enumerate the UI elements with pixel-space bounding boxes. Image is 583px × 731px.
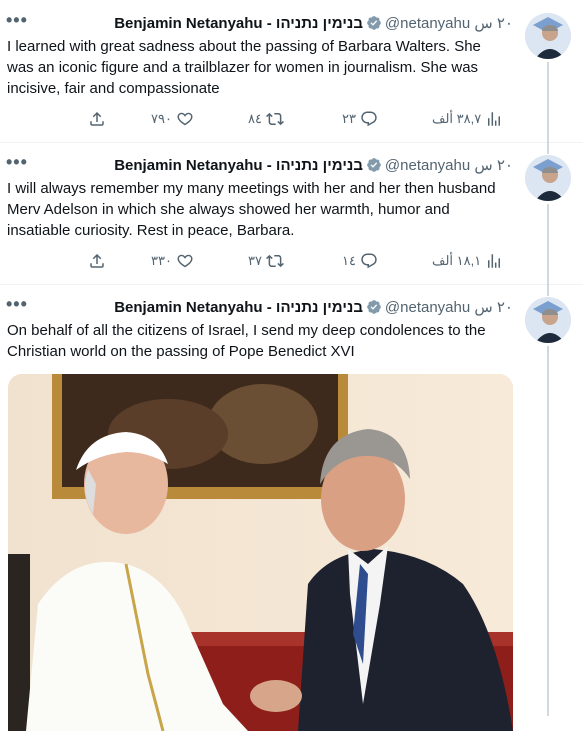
views-button[interactable]: ١٨,١ ألف <box>432 252 503 270</box>
avatar[interactable] <box>525 297 571 343</box>
tweet[interactable]: Benjamin Netanyahu - בנימין נתניהו @netan… <box>0 0 583 143</box>
avatar[interactable] <box>525 155 571 201</box>
like-icon <box>177 254 193 268</box>
retweet-icon <box>266 112 284 126</box>
tweet-actions: ٧٩٠ ٨٤ ٢٣ ٣٨,٧ ألف <box>88 110 513 130</box>
retweet-button[interactable]: ٣٧ <box>248 252 284 270</box>
author-handle[interactable]: @netanyahu <box>385 15 470 32</box>
author-handle[interactable]: @netanyahu <box>385 299 470 316</box>
tweet-actions: ٣٣٠ ٣٧ ١٤ ١٨,١ ألف <box>88 252 513 272</box>
thread-line <box>547 142 549 154</box>
timestamp[interactable]: ٢٠ س <box>474 299 513 316</box>
tweet-text: I learned with great sadness about the p… <box>7 38 481 97</box>
more-icon[interactable]: ••• <box>6 294 28 315</box>
like-button[interactable]: ٧٩٠ <box>151 110 194 128</box>
views-icon <box>488 254 501 268</box>
retweet-button[interactable]: ٨٤ <box>248 110 284 128</box>
verified-icon <box>367 300 381 314</box>
views-count: ١٨,١ ألف <box>432 253 482 268</box>
share-icon <box>90 111 104 126</box>
reply-button[interactable]: ١٤ <box>342 252 378 270</box>
retweet-icon <box>266 254 284 268</box>
author-name[interactable]: Benjamin Netanyahu - בנימין נתניהו <box>114 15 363 32</box>
reply-icon <box>361 253 377 269</box>
like-count: ٣٣٠ <box>151 253 172 268</box>
views-count: ٣٨,٧ ألف <box>432 111 482 126</box>
like-button[interactable]: ٣٣٠ <box>151 252 194 270</box>
thread-line <box>547 204 549 284</box>
author-handle[interactable]: @netanyahu <box>385 157 470 174</box>
author-name[interactable]: Benjamin Netanyahu - בנימין נתניהו <box>114 299 363 316</box>
views-button[interactable]: ٣٨,٧ ألف <box>432 110 503 128</box>
thread-line <box>547 62 549 142</box>
thread-line <box>547 346 549 716</box>
retweet-count: ٣٧ <box>248 253 262 268</box>
tweet[interactable]: Benjamin Netanyahu - בנימין נתניהו @netan… <box>0 142 583 285</box>
share-button[interactable] <box>88 110 106 128</box>
thread-line <box>547 284 549 296</box>
reply-icon <box>361 111 377 127</box>
tweet-header: Benjamin Netanyahu - בנימין נתניהו @netan… <box>114 156 513 174</box>
timestamp[interactable]: ٢٠ س <box>474 15 513 32</box>
reply-count: ٢٣ <box>342 111 356 126</box>
like-icon <box>177 112 193 126</box>
more-icon[interactable]: ••• <box>6 10 28 31</box>
verified-icon <box>367 16 381 30</box>
tweet-header: Benjamin Netanyahu - בנימין נתניהו @netan… <box>114 14 513 32</box>
more-icon[interactable]: ••• <box>6 152 28 173</box>
share-button[interactable] <box>88 252 106 270</box>
tweet-text: On behalf of all the citizens of Israel,… <box>7 322 486 360</box>
timestamp[interactable]: ٢٠ س <box>474 157 513 174</box>
tweet-photo[interactable] <box>8 374 513 731</box>
like-count: ٧٩٠ <box>151 111 172 126</box>
share-icon <box>90 253 104 268</box>
author-name[interactable]: Benjamin Netanyahu - בנימין נתניהו <box>114 157 363 174</box>
tweet-header: Benjamin Netanyahu - בנימין נתניהו @netan… <box>114 298 513 316</box>
retweet-count: ٨٤ <box>248 111 262 126</box>
tweet-text: I will always remember my many meetings … <box>7 180 496 239</box>
reply-button[interactable]: ٢٣ <box>342 110 378 128</box>
verified-icon <box>367 158 381 172</box>
avatar[interactable] <box>525 13 571 59</box>
reply-count: ١٤ <box>342 253 356 268</box>
views-icon <box>488 112 501 126</box>
photo-illustration <box>8 374 513 731</box>
